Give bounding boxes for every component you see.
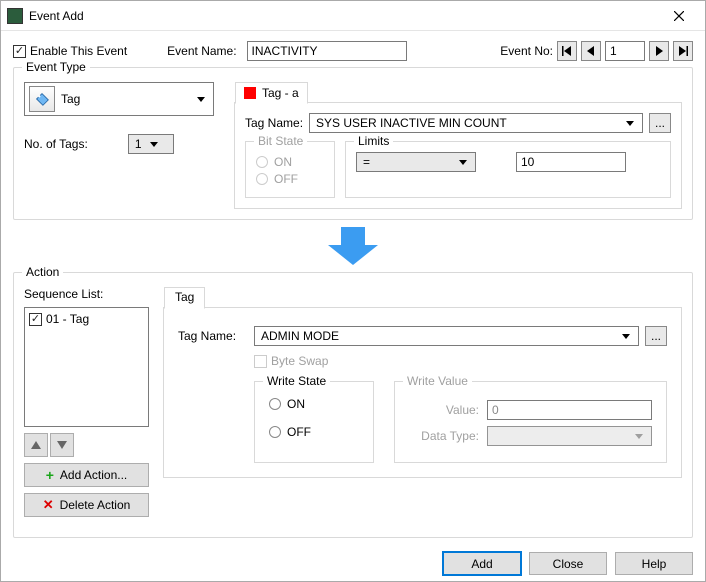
sequence-list-label: Sequence List: [24, 287, 149, 301]
last-button[interactable] [673, 41, 693, 61]
bit-state-legend: Bit State [254, 134, 307, 148]
event-no-label: Event No: [500, 44, 553, 58]
move-up-button[interactable] [24, 433, 48, 457]
event-name-label: Event Name: [167, 44, 236, 58]
footer: Add Close Help [1, 546, 705, 581]
add-action-button[interactable]: + Add Action... [24, 463, 149, 487]
flow-arrow-icon [13, 226, 693, 266]
write-state-fieldset: Write State ON OFF [254, 381, 374, 463]
window-title: Event Add [29, 9, 659, 23]
enable-event-label: Enable This Event [30, 44, 127, 58]
tag-a-panel: Tag - a Tag Name: SYS USER INACTIVE MIN … [234, 102, 682, 209]
action-tag-name-value: ADMIN MODE [261, 329, 614, 343]
limits-operator-value: = [363, 155, 451, 169]
first-button[interactable] [557, 41, 577, 61]
action-fieldset: Action Sequence List: 01 - Tag [13, 272, 693, 538]
value-label: Value: [409, 403, 479, 417]
help-button[interactable]: Help [615, 552, 693, 575]
event-type-fieldset: Event Type Tag No. of Tags: 1 [13, 67, 693, 220]
tab-tag-a-label: Tag - a [262, 86, 299, 100]
write-state-on-radio[interactable]: ON [269, 397, 359, 411]
chevron-down-icon [193, 95, 209, 103]
chevron-down-icon [618, 332, 634, 340]
no-of-tags-value: 1 [135, 137, 142, 151]
limits-legend: Limits [354, 134, 393, 148]
limits-value-input[interactable] [516, 152, 626, 172]
event-no-input[interactable] [605, 41, 645, 61]
plus-icon: + [46, 467, 54, 483]
chevron-down-icon [631, 432, 647, 440]
delete-action-button[interactable]: ✕ Delete Action [24, 493, 149, 517]
close-footer-button[interactable]: Close [529, 552, 607, 575]
tab-tag-a[interactable]: Tag - a [235, 82, 308, 104]
no-of-tags-label: No. of Tags: [24, 137, 88, 151]
app-icon [7, 8, 23, 24]
tag-name-label: Tag Name: [245, 116, 303, 130]
close-button[interactable] [659, 2, 699, 30]
bit-state-fieldset: Bit State ON OFF [245, 141, 335, 198]
limits-operator-select[interactable]: = [356, 152, 476, 172]
datatype-label: Data Type: [409, 429, 479, 443]
sequence-list[interactable]: 01 - Tag [24, 307, 149, 427]
top-row: Enable This Event Event Name: Event No: [13, 41, 693, 61]
write-value-legend: Write Value [403, 374, 472, 388]
byte-swap-checkbox: Byte Swap [254, 354, 328, 368]
datatype-select [487, 426, 652, 446]
chevron-down-icon [622, 119, 638, 127]
tag-icon [29, 86, 55, 112]
value-input [487, 400, 652, 420]
no-of-tags-select[interactable]: 1 [128, 134, 174, 154]
add-button[interactable]: Add [443, 552, 521, 575]
action-legend: Action [22, 265, 63, 279]
action-tag-name-select[interactable]: ADMIN MODE [254, 326, 639, 346]
write-state-off-radio[interactable]: OFF [269, 425, 359, 439]
checkbox-icon [29, 313, 42, 326]
move-down-button[interactable] [50, 433, 74, 457]
checkbox-icon [254, 355, 267, 368]
prev-button[interactable] [581, 41, 601, 61]
action-tag-browse-button[interactable]: ... [645, 326, 667, 346]
tab-action-tag[interactable]: Tag [164, 287, 205, 309]
event-type-legend: Event Type [22, 60, 90, 74]
bitstate-off-radio: OFF [256, 172, 324, 186]
sequence-item-label: 01 - Tag [46, 312, 89, 326]
chevron-down-icon [146, 140, 162, 148]
action-tag-panel: Tag Tag Name: ADMIN MODE ... [163, 307, 682, 478]
event-type-dropdown[interactable]: Tag [24, 82, 214, 116]
action-tag-name-label: Tag Name: [178, 329, 248, 343]
tag-name-value: SYS USER INACTIVE MIN COUNT [316, 116, 618, 130]
event-type-value: Tag [61, 92, 187, 106]
limits-fieldset: Limits = [345, 141, 671, 198]
x-icon: ✕ [43, 497, 54, 513]
event-name-input[interactable] [247, 41, 407, 61]
titlebar: Event Add [1, 1, 705, 31]
write-value-fieldset: Write Value Value: Data Type: [394, 381, 667, 463]
red-square-icon [244, 87, 256, 99]
event-no-group: Event No: [500, 41, 693, 61]
event-add-window: Event Add Enable This Event Event Name: … [0, 0, 706, 582]
list-item[interactable]: 01 - Tag [29, 312, 144, 326]
chevron-down-icon [455, 158, 471, 166]
bitstate-on-radio: ON [256, 155, 324, 169]
next-button[interactable] [649, 41, 669, 61]
tag-name-select[interactable]: SYS USER INACTIVE MIN COUNT [309, 113, 643, 133]
checkbox-icon [13, 45, 26, 58]
tag-browse-button[interactable]: ... [649, 113, 671, 133]
enable-event-checkbox[interactable]: Enable This Event [13, 44, 127, 58]
write-state-legend: Write State [263, 374, 330, 388]
